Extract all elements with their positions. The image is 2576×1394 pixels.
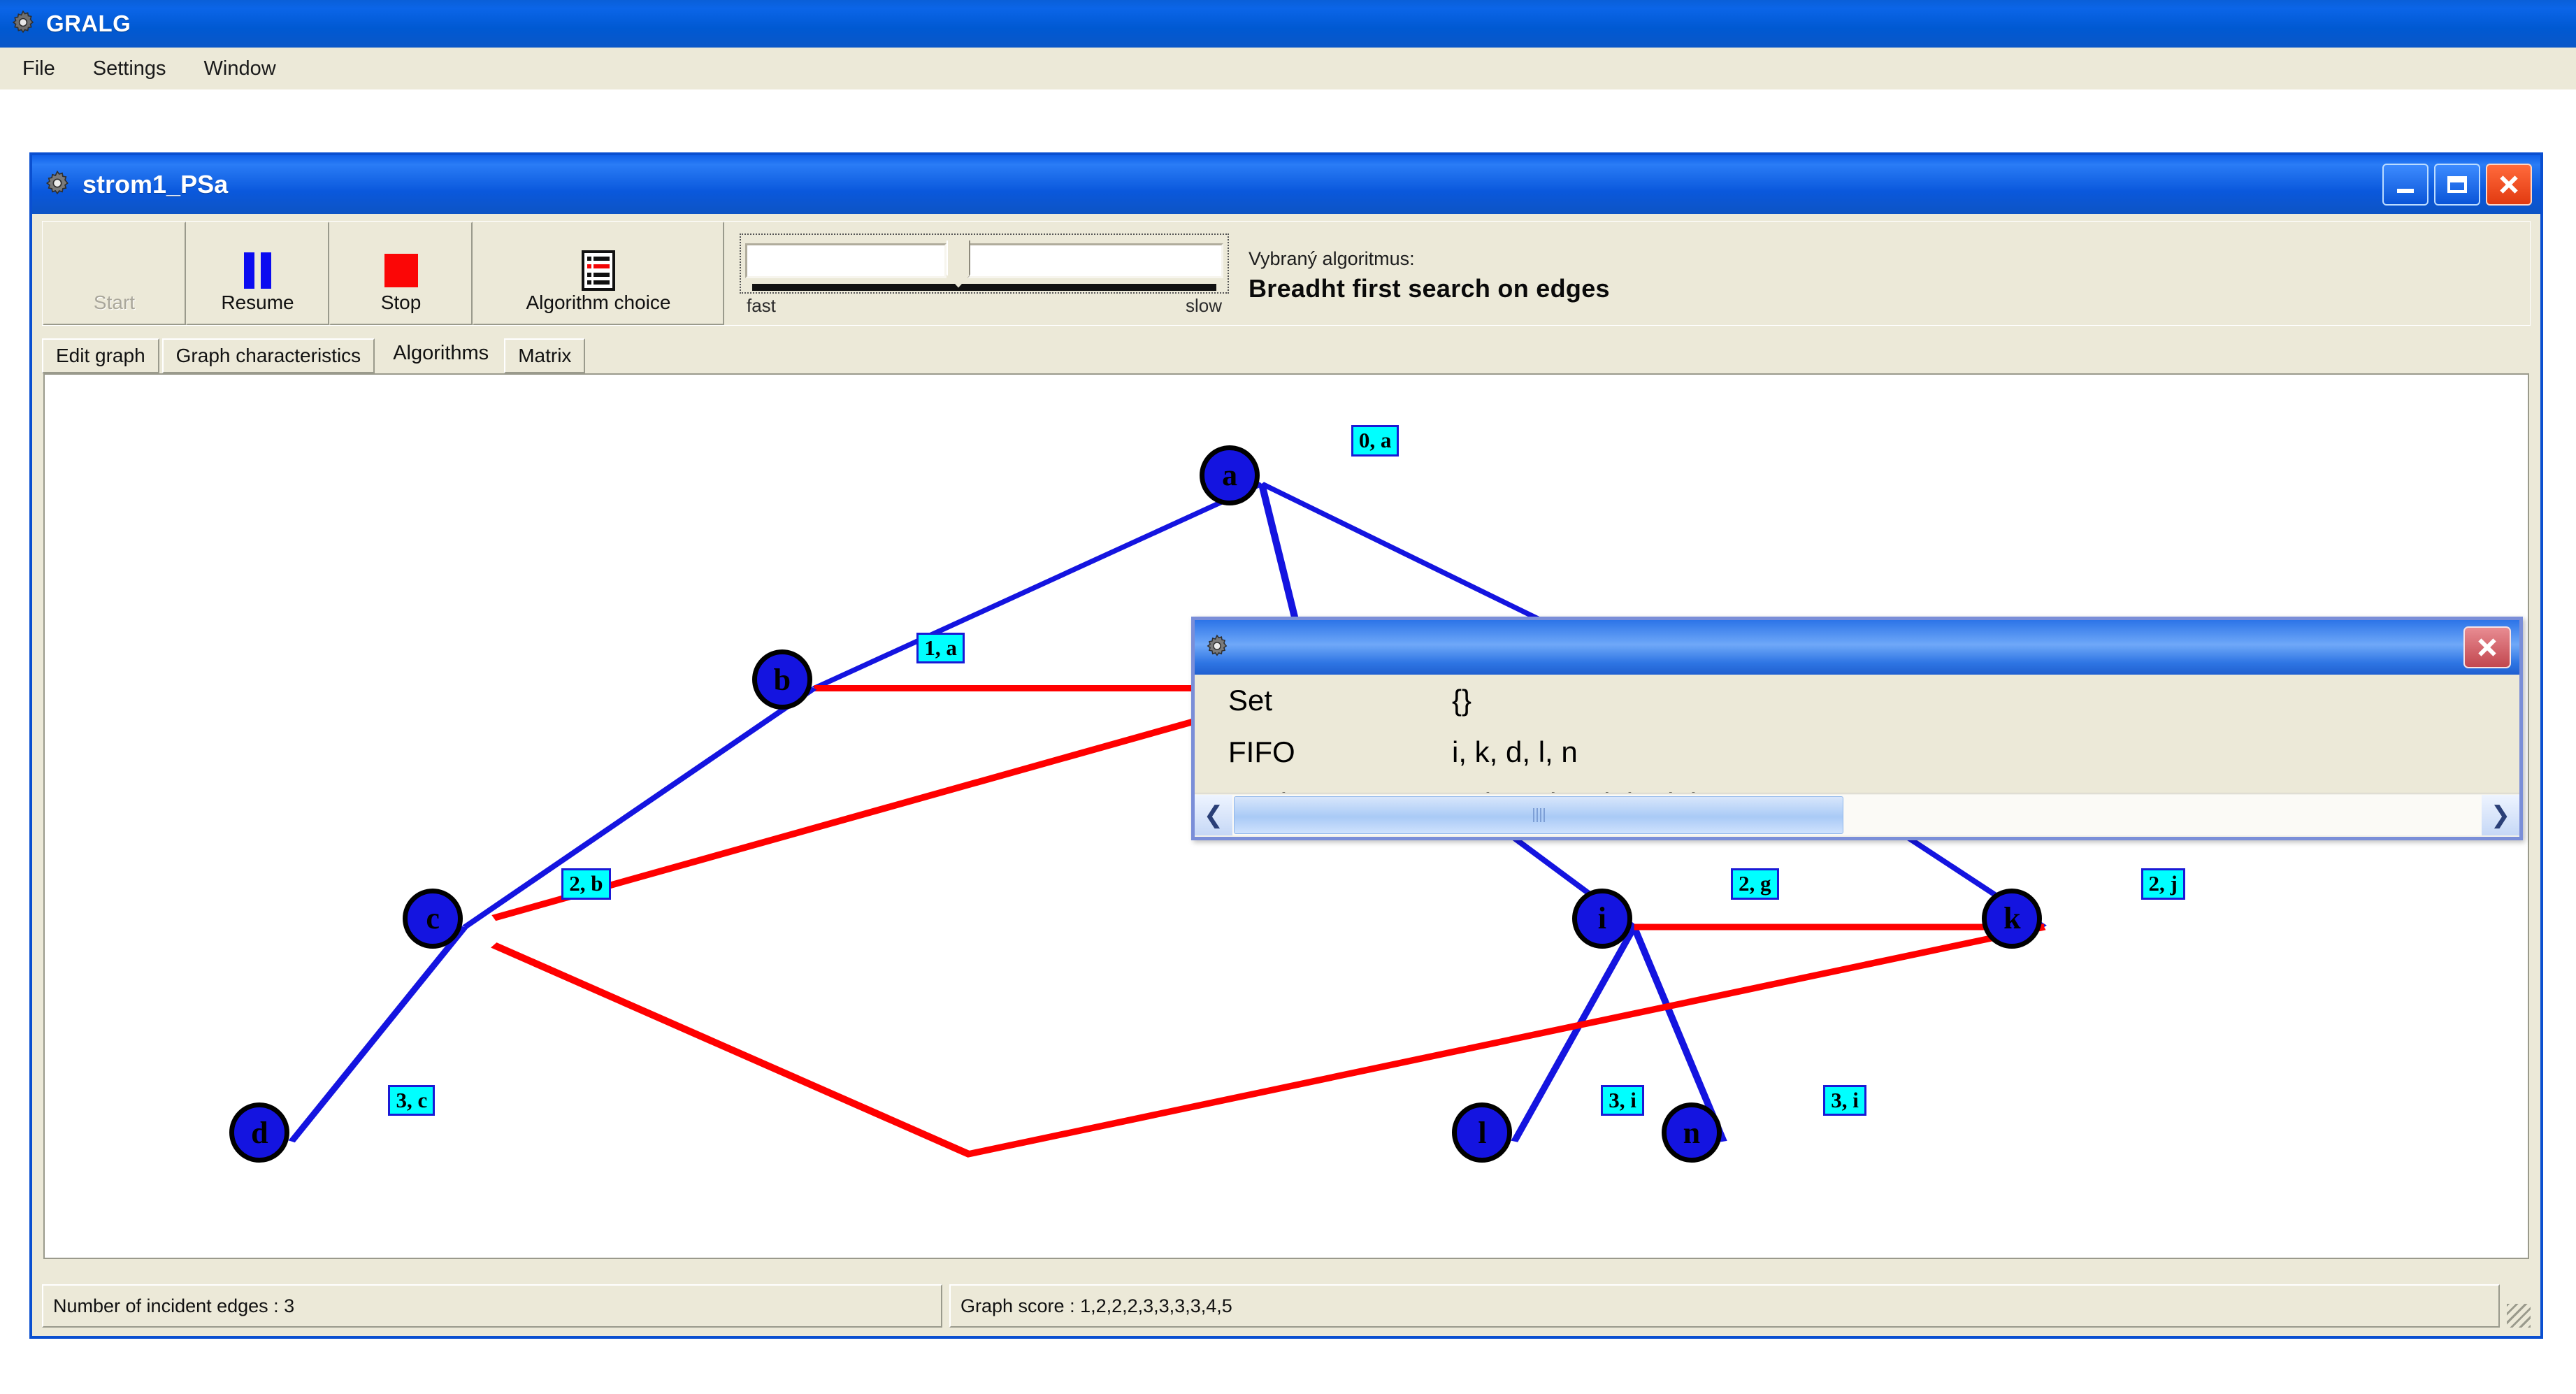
graph-node-tag-c: 2, b <box>561 868 611 900</box>
speed-slider-group: fast slow <box>740 222 1229 325</box>
graph-edge <box>491 924 2046 1158</box>
slider-groove-right <box>967 243 1223 278</box>
tab-algorithms[interactable]: Algorithms <box>377 333 505 373</box>
algorithm-choice-label: Algorithm choice <box>526 292 671 313</box>
slider-track[interactable] <box>745 238 1223 288</box>
close-button[interactable] <box>2486 164 2532 206</box>
dialog-row-fifo: FIFO i, k, d, l, n <box>1195 726 2519 778</box>
start-button[interactable]: Start <box>43 222 186 325</box>
slider-labels: fast slow <box>740 294 1229 317</box>
menu-item-settings[interactable]: Settings <box>78 55 182 83</box>
dialog-value: i, k, d, l, n <box>1452 735 1578 768</box>
slider-max-label: slow <box>1185 294 1222 316</box>
tab-graph-characteristics[interactable]: Graph characteristics <box>161 338 375 373</box>
graph-node-k[interactable]: k <box>1982 888 2043 949</box>
scrollbar-track[interactable] <box>1232 795 2482 835</box>
graph-node-b[interactable]: b <box>751 649 812 710</box>
dialog-row-vertices: Vertices a, b, g, j, c, i, k, d, l, n <box>1195 778 2519 793</box>
graph-node-c[interactable]: c <box>403 888 463 949</box>
start-button-label: Start <box>93 292 136 313</box>
graph-node-tag-k: 2, j <box>2140 868 2185 900</box>
graph-node-tag-i: 2, g <box>1731 868 1779 900</box>
selected-algorithm-group: Vybraný algoritmus: Breadht first search… <box>1249 222 1610 325</box>
graph-node-tag-a: 0, a <box>1351 425 1399 457</box>
close-icon <box>2477 637 2498 658</box>
pause-icon <box>244 250 271 292</box>
dialog-key: Set <box>1228 684 1273 717</box>
stop-button-label: Stop <box>380 292 422 313</box>
chevron-right-icon[interactable]: ❯ <box>2482 795 2519 835</box>
dialog-close-button[interactable] <box>2463 626 2511 668</box>
mdi-title: strom1_PSa <box>82 170 229 199</box>
graph-edge <box>288 926 468 1143</box>
slider-rail <box>752 283 1216 291</box>
tab-matrix[interactable]: Matrix <box>504 338 586 373</box>
speed-slider[interactable] <box>740 233 1229 294</box>
grip-icon <box>1532 808 1545 822</box>
selected-algorithm-name: Breadht first search on edges <box>1249 273 1610 303</box>
dialog-horizontal-scrollbar[interactable]: ❮ ❯ <box>1195 793 2519 837</box>
gear-icon <box>1204 633 1230 662</box>
app-titlebar: GRALG <box>0 0 2576 48</box>
minimize-icon <box>2397 189 2414 193</box>
toolbar-buttons: Start Resume Stop Algorithm choice <box>43 222 724 325</box>
mdi-titlebar[interactable]: strom1_PSa <box>32 155 2540 214</box>
slider-min-label: fast <box>747 294 776 316</box>
graph-node-a[interactable]: a <box>1200 445 1260 505</box>
toolbar: Start Resume Stop Algorithm choice fast … <box>42 221 2531 326</box>
graph-node-tag-l: 3, i <box>1601 1084 1644 1116</box>
application-window: GRALG File Settings Window strom1_PSa St… <box>0 0 2576 1349</box>
maximize-button[interactable] <box>2434 164 2480 206</box>
close-icon <box>2498 174 2519 195</box>
status-incident-edges: Number of incident edges : 3 <box>42 1284 942 1328</box>
mdi-child-window: strom1_PSa Start Resume Stop Algorithm c… <box>29 152 2543 1339</box>
menu-item-file[interactable]: File <box>7 55 71 83</box>
app-title: GRALG <box>46 10 131 36</box>
tabstrip: Edit graph Graph characteristics Algorit… <box>42 331 2531 373</box>
algorithm-result-dialog: Set {} FIFO i, k, d, l, n Vertices a, b,… <box>1191 617 2523 840</box>
resume-button[interactable]: Resume <box>186 222 329 325</box>
statusbar: Number of incident edges : 3 Graph score… <box>42 1284 2531 1328</box>
dialog-row-set: Set {} <box>1195 675 2519 726</box>
graph-edge <box>462 687 817 929</box>
minimize-button[interactable] <box>2382 164 2429 206</box>
chevron-left-icon[interactable]: ❮ <box>1195 795 1232 835</box>
graph-node-tag-d: 3, c <box>388 1084 436 1116</box>
menubar: File Settings Window <box>0 48 2576 90</box>
tab-edit-graph[interactable]: Edit graph <box>42 338 159 373</box>
slider-groove-left <box>745 243 947 278</box>
graph-node-tag-n: 3, i <box>1823 1084 1866 1116</box>
slider-thumb[interactable] <box>947 240 970 288</box>
dialog-body: Set {} FIFO i, k, d, l, n Vertices a, b,… <box>1195 675 2519 793</box>
status-graph-score: Graph score : 1,2,2,2,3,3,3,3,4,5 <box>949 1284 2500 1328</box>
graph-node-i[interactable]: i <box>1571 888 1632 949</box>
gear-icon <box>43 169 71 201</box>
maximize-icon <box>2447 176 2467 193</box>
menu-item-window[interactable]: Window <box>189 55 292 83</box>
scrollbar-thumb[interactable] <box>1234 796 1843 834</box>
algorithm-choice-button[interactable]: Algorithm choice <box>473 222 724 325</box>
graph-node-n[interactable]: n <box>1661 1102 1722 1163</box>
stop-button[interactable]: Stop <box>329 222 473 325</box>
window-controls <box>2382 164 2532 206</box>
dialog-value: {} <box>1452 684 1472 717</box>
resize-grip-icon[interactable] <box>2507 1304 2531 1328</box>
stop-square-icon <box>384 250 418 292</box>
graph-node-tag-b: 1, a <box>916 632 965 664</box>
resume-button-label: Resume <box>221 292 294 313</box>
dialog-titlebar[interactable] <box>1195 620 2519 675</box>
graph-edge <box>491 685 1315 921</box>
list-icon <box>582 250 615 292</box>
dialog-key: FIFO <box>1228 735 1295 768</box>
selected-algorithm-caption: Vybraný algoritmus: <box>1249 247 1415 269</box>
gear-icon <box>10 9 36 39</box>
